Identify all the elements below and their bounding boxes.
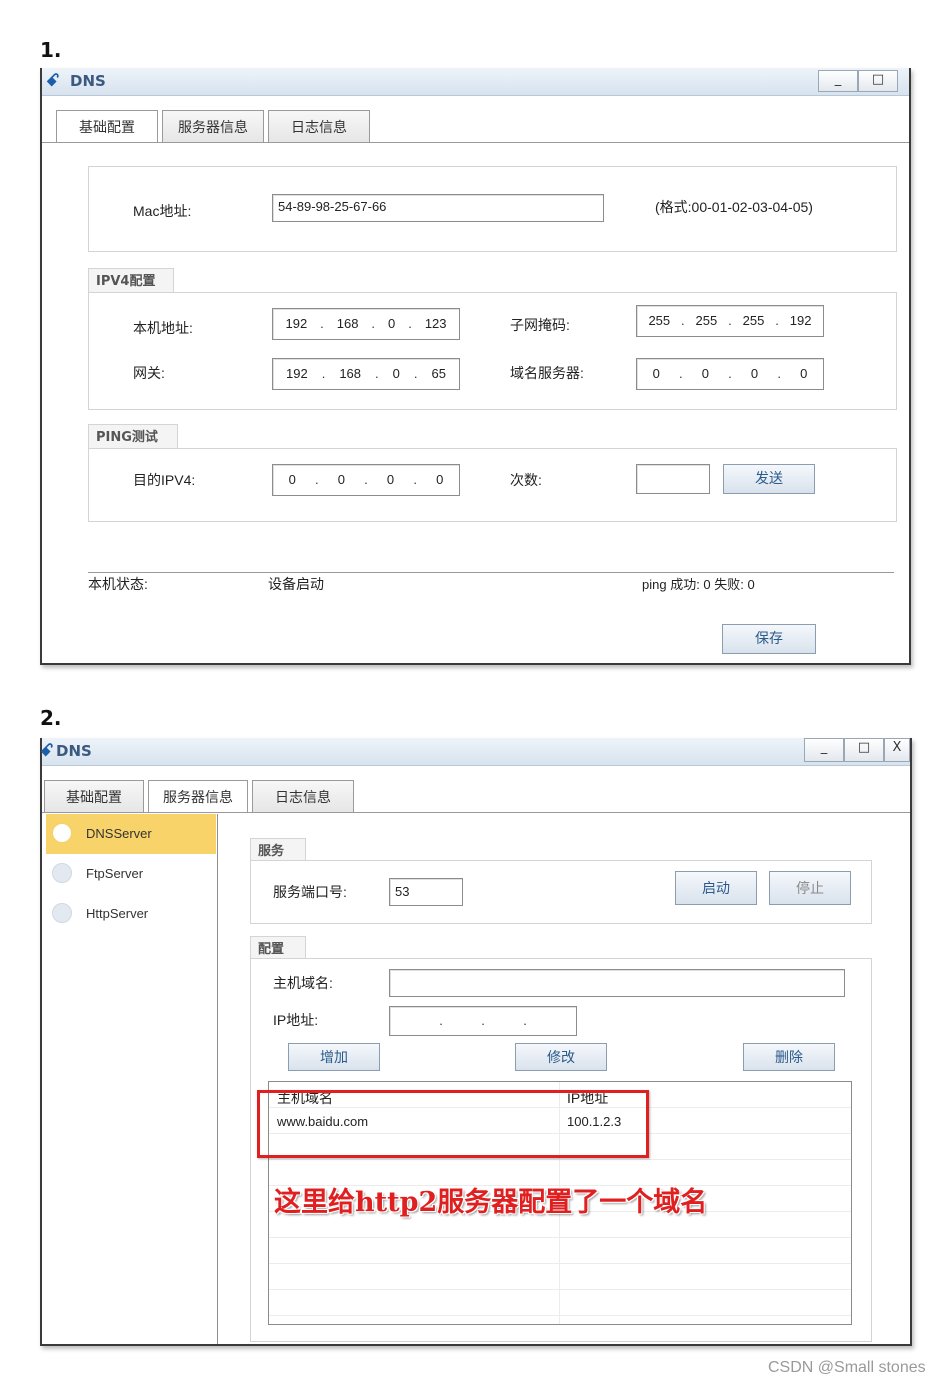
annotation-highlight-box bbox=[257, 1090, 649, 1158]
title-bar: ꗃ DNS _ □ X bbox=[40, 738, 910, 766]
sidebar-item-label: HttpServer bbox=[86, 906, 149, 921]
minimize-button[interactable]: _ bbox=[818, 70, 858, 92]
target-octet-2: 0 bbox=[337, 472, 345, 487]
gateway-input[interactable]: 192. 168. 0. 65 bbox=[272, 358, 460, 390]
table-row-empty bbox=[269, 1264, 851, 1290]
tab-server-info[interactable]: 服务器信息 bbox=[148, 780, 248, 812]
annotation-text: 这里给http2服务器配置了一个域名 bbox=[274, 1187, 708, 1218]
dns-server-label: 域名服务器: bbox=[510, 365, 584, 381]
unselected-radio-icon bbox=[52, 903, 72, 923]
maximize-button[interactable]: □ bbox=[858, 70, 898, 92]
tab-server-info[interactable]: 服务器信息 bbox=[162, 110, 264, 142]
step-2-label: 2. bbox=[40, 706, 62, 730]
mask-octet-3: 255 bbox=[742, 313, 765, 328]
app-logo-icon: ꗃ bbox=[46, 71, 60, 91]
mac-input[interactable]: 54-89-98-25-67-66 bbox=[272, 194, 604, 222]
host-domain-input[interactable] bbox=[389, 969, 845, 997]
gateway-octet-3: 0 bbox=[392, 366, 400, 381]
target-ip-input[interactable]: 0. 0. 0. 0 bbox=[272, 464, 460, 496]
local-ip-label: 本机地址: bbox=[133, 320, 193, 336]
minimize-button[interactable]: _ bbox=[804, 738, 844, 762]
sidebar-item-dnsserver[interactable]: DNSServer bbox=[46, 814, 216, 854]
title-bar: ꗃ DNS _ □ bbox=[42, 68, 909, 96]
stop-button[interactable]: 停止 bbox=[769, 871, 851, 905]
count-input[interactable] bbox=[636, 464, 710, 494]
host-domain-label: 主机域名: bbox=[273, 975, 333, 991]
target-ip-label: 目的IPV4: bbox=[133, 472, 196, 488]
delete-button[interactable]: 删除 bbox=[743, 1043, 835, 1071]
edit-button[interactable]: 修改 bbox=[515, 1043, 607, 1071]
sidebar-item-ftpserver[interactable]: FtpServer bbox=[46, 854, 216, 894]
sidebar-item-label: FtpServer bbox=[86, 866, 144, 881]
gateway-octet-4: 65 bbox=[431, 366, 446, 381]
dns-octet-2: 0 bbox=[701, 366, 709, 381]
ipv4-group-title: IPV4配置 bbox=[88, 268, 174, 294]
maximize-button[interactable]: □ bbox=[844, 738, 884, 762]
window-title: DNS bbox=[70, 72, 106, 90]
tab-basic-config[interactable]: 基础配置 bbox=[44, 780, 144, 812]
service-port-label: 服务端口号: bbox=[273, 884, 347, 900]
subnet-mask-input[interactable]: 255. 255. 255. 192 bbox=[636, 305, 824, 337]
sidebar-item-httpserver[interactable]: HttpServer bbox=[46, 894, 216, 934]
tab-bar-divider bbox=[42, 142, 909, 143]
local-ip-octet-1: 192 bbox=[285, 316, 308, 331]
ipv4-group: 本机地址: 192. 168. 0. 123 子网掩码: 255. 255. 2… bbox=[88, 292, 897, 410]
step-1-label: 1. bbox=[40, 38, 62, 62]
csdn-watermark: CSDN @Small stones bbox=[768, 1359, 926, 1376]
status-value: 设备启动 bbox=[268, 576, 324, 592]
selected-radio-icon bbox=[52, 823, 72, 843]
mask-octet-2: 255 bbox=[695, 313, 718, 328]
start-button[interactable]: 启动 bbox=[675, 871, 757, 905]
tab-bar-divider bbox=[42, 812, 910, 813]
local-ip-octet-4: 123 bbox=[424, 316, 447, 331]
mac-group: Mac地址: 54-89-98-25-67-66 (格式:00-01-02-03… bbox=[88, 166, 897, 252]
ping-result: ping 成功: 0 失败: 0 bbox=[642, 577, 755, 592]
tab-basic-config[interactable]: 基础配置 bbox=[56, 110, 158, 142]
table-row-empty bbox=[269, 1290, 851, 1316]
target-octet-1: 0 bbox=[288, 472, 296, 487]
table-row-empty bbox=[269, 1238, 851, 1264]
ping-group: 目的IPV4: 0. 0. 0. 0 次数: 发送 bbox=[88, 448, 897, 522]
subnet-mask-label: 子网掩码: bbox=[510, 317, 570, 333]
tab-log-info[interactable]: 日志信息 bbox=[252, 780, 354, 812]
window-title: DNS bbox=[56, 742, 92, 760]
dns-octet-1: 0 bbox=[652, 366, 660, 381]
status-divider bbox=[88, 572, 894, 573]
sidebar-item-label: DNSServer bbox=[86, 826, 152, 841]
dns-server-input[interactable]: 0. 0. 0. 0 bbox=[636, 358, 824, 390]
dns-window-server: ꗃ DNS _ □ X 基础配置 服务器信息 日志信息 DNSServer Ft… bbox=[40, 738, 912, 1346]
ping-group-title: PING测试 bbox=[88, 424, 178, 450]
ip-address-input[interactable]: ... bbox=[389, 1006, 577, 1036]
ip-address-label: IP地址: bbox=[273, 1012, 319, 1028]
unselected-radio-icon bbox=[52, 863, 72, 883]
local-ip-input[interactable]: 192. 168. 0. 123 bbox=[272, 308, 460, 340]
dns-window-basic: ꗃ DNS _ □ 基础配置 服务器信息 日志信息 Mac地址: 54-89-9… bbox=[40, 68, 911, 665]
mac-label: Mac地址: bbox=[133, 203, 192, 219]
dns-octet-4: 0 bbox=[800, 366, 808, 381]
gateway-octet-2: 168 bbox=[339, 366, 362, 381]
gateway-octet-1: 192 bbox=[286, 366, 308, 381]
add-button[interactable]: 增加 bbox=[288, 1043, 380, 1071]
save-button[interactable]: 保存 bbox=[722, 624, 816, 654]
status-label: 本机状态: bbox=[88, 576, 148, 592]
service-port-input[interactable]: 53 bbox=[389, 878, 463, 906]
count-label: 次数: bbox=[510, 472, 542, 488]
target-octet-4: 0 bbox=[436, 472, 444, 487]
service-group: 服务端口号: 53 启动 停止 bbox=[250, 860, 872, 924]
local-ip-octet-3: 0 bbox=[388, 316, 396, 331]
target-octet-3: 0 bbox=[386, 472, 395, 487]
app-logo-icon: ꗃ bbox=[40, 741, 54, 761]
mask-octet-4: 192 bbox=[789, 313, 812, 328]
dns-octet-3: 0 bbox=[750, 366, 759, 381]
tab-log-info[interactable]: 日志信息 bbox=[268, 110, 370, 142]
gateway-label: 网关: bbox=[133, 365, 165, 381]
mask-octet-1: 255 bbox=[648, 313, 671, 328]
local-ip-octet-2: 168 bbox=[336, 316, 359, 331]
mac-format-hint: (格式:00-01-02-03-04-05) bbox=[655, 199, 813, 215]
server-sidebar: DNSServer FtpServer HttpServer bbox=[46, 814, 218, 1344]
close-button[interactable]: X bbox=[884, 738, 910, 762]
send-button[interactable]: 发送 bbox=[723, 464, 815, 494]
